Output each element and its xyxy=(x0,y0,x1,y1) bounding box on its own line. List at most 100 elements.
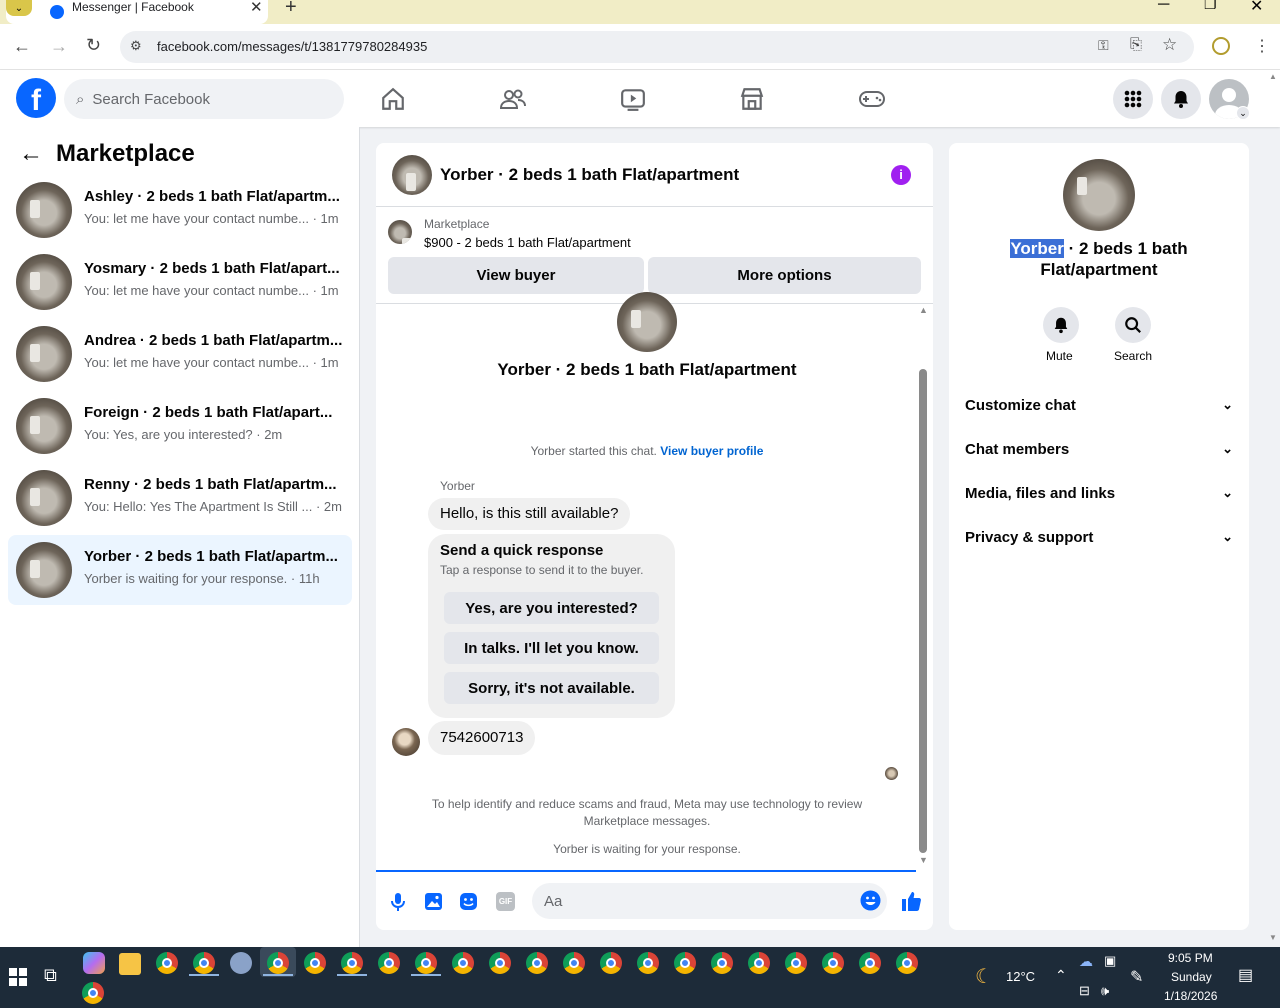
search-conversation-button[interactable] xyxy=(1115,307,1151,343)
chat-header-title[interactable]: Yorber · 2 beds 1 bath Flat/apartment xyxy=(440,165,739,185)
windows-start-icon[interactable] xyxy=(9,968,27,986)
view-buyer-profile-link[interactable]: View buyer profile xyxy=(660,444,763,458)
conversation-item[interactable]: Renny · 2 beds 1 bath Flat/apartm... You… xyxy=(8,463,352,533)
more-options-button[interactable]: More options xyxy=(648,257,921,294)
tab-search-chevron-icon[interactable]: ⌄ xyxy=(6,0,32,16)
back-arrow-icon[interactable]: ← xyxy=(19,140,43,168)
chrome-taskbar-icon[interactable] xyxy=(637,952,659,974)
conversation-item[interactable]: Foreign · 2 beds 1 bath Flat/apart... Yo… xyxy=(8,391,352,461)
info-icon[interactable]: i xyxy=(891,165,911,185)
message-bubble[interactable]: 7542600713 xyxy=(428,721,536,755)
page-scroll-up-icon[interactable]: ▲ xyxy=(1269,72,1277,81)
quick-response-button[interactable]: Sorry, it's not available. xyxy=(444,672,659,704)
volume-icon[interactable]: 🕪 xyxy=(1101,983,1109,999)
reload-icon[interactable]: ↻ xyxy=(86,35,101,56)
home-icon[interactable] xyxy=(380,86,406,112)
mute-button[interactable] xyxy=(1043,307,1079,343)
view-buyer-button[interactable]: View buyer xyxy=(388,257,644,294)
chrome-taskbar-icon[interactable] xyxy=(526,952,548,974)
menu-grid-button[interactable] xyxy=(1113,79,1153,119)
onedrive-icon[interactable]: ☁ xyxy=(1079,953,1093,970)
chrome-taskbar-icon[interactable] xyxy=(378,952,400,974)
minimize-icon[interactable]: ─ xyxy=(1158,0,1169,14)
forward-icon[interactable]: → xyxy=(50,36,68,57)
new-tab-icon[interactable]: + xyxy=(285,0,297,19)
listing-title[interactable]: $900 - 2 beds 1 bath Flat/apartment xyxy=(424,235,631,250)
message-input[interactable]: Aa xyxy=(532,883,887,919)
gaming-icon[interactable] xyxy=(858,87,886,111)
notifications-button[interactable] xyxy=(1161,79,1201,119)
chrome-taskbar-icon[interactable] xyxy=(896,952,918,974)
friends-icon[interactable] xyxy=(499,86,527,112)
chrome-taskbar-icon[interactable] xyxy=(452,952,474,974)
chrome-taskbar-icon[interactable] xyxy=(748,952,770,974)
show-hidden-icons-icon[interactable]: ⌃ xyxy=(1055,967,1067,984)
watch-icon[interactable] xyxy=(620,86,646,112)
chrome-taskbar-icon[interactable] xyxy=(341,952,363,974)
url-bar[interactable]: ⚙ facebook.com/messages/t/13817797802849… xyxy=(120,31,1194,63)
back-icon[interactable]: ← xyxy=(13,36,31,57)
marketplace-icon[interactable] xyxy=(739,86,765,112)
chrome-taskbar-icon[interactable] xyxy=(415,952,437,974)
chrome-taskbar-icon[interactable] xyxy=(785,952,807,974)
conversation-item-active[interactable]: Yorber · 2 beds 1 bath Flat/apartm... Yo… xyxy=(8,535,352,605)
account-chevron-icon[interactable]: ⌄ xyxy=(1236,106,1250,120)
photo-icon[interactable] xyxy=(424,892,443,911)
site-info-icon[interactable]: ⚙ xyxy=(130,38,142,54)
chrome-taskbar-icon[interactable] xyxy=(267,952,289,974)
microphone-icon[interactable] xyxy=(390,892,406,912)
chrome-taskbar-icon[interactable] xyxy=(193,952,215,974)
pen-icon[interactable]: ✎ xyxy=(1130,967,1143,987)
media-files-links-section[interactable]: Media, files and links ⌄ xyxy=(965,479,1233,507)
gif-icon[interactable]: GIF xyxy=(496,892,515,911)
sticker-icon[interactable] xyxy=(459,892,478,911)
customize-chat-section[interactable]: Customize chat ⌄ xyxy=(965,391,1233,419)
task-view-icon[interactable]: ⧉ xyxy=(44,965,57,986)
chrome-taskbar-icon[interactable] xyxy=(600,952,622,974)
meet-icon[interactable]: ▣ xyxy=(1104,953,1116,969)
scrollbar-thumb[interactable] xyxy=(919,369,927,853)
browser-menu-icon[interactable]: ⋮ xyxy=(1254,36,1270,56)
scroll-down-icon[interactable]: ▼ xyxy=(919,855,928,865)
chrome-taskbar-icon[interactable] xyxy=(82,982,104,1004)
close-window-icon[interactable]: ✕ xyxy=(1250,0,1263,16)
weather-temperature[interactable]: 12°C xyxy=(1006,969,1035,984)
chrome-taskbar-icon[interactable] xyxy=(563,952,585,974)
page-scroll-down-icon[interactable]: ▼ xyxy=(1269,933,1277,942)
scroll-up-icon[interactable]: ▲ xyxy=(919,305,928,315)
clock-day[interactable]: Sunday xyxy=(1171,970,1212,984)
weather-moon-icon[interactable]: ☾ xyxy=(975,964,993,989)
password-key-icon[interactable]: ⚿ xyxy=(1098,37,1109,54)
copilot-icon[interactable] xyxy=(83,952,105,974)
clock-date[interactable]: 1/18/2026 xyxy=(1164,989,1217,1003)
install-icon[interactable]: ⎘ xyxy=(1130,36,1142,53)
privacy-support-section[interactable]: Privacy & support ⌄ xyxy=(965,523,1233,551)
thumbs-up-icon[interactable] xyxy=(900,890,922,912)
quick-response-button[interactable]: In talks. I'll let you know. xyxy=(444,632,659,664)
emoji-icon[interactable] xyxy=(860,890,881,911)
browser-tab[interactable]: Messenger | Facebook ✕ xyxy=(6,0,268,24)
message-scrollbar[interactable]: ▲ ▼ xyxy=(918,305,928,867)
restore-icon[interactable]: ❐ xyxy=(1204,0,1217,13)
chrome-taskbar-icon[interactable] xyxy=(489,952,511,974)
conversation-item[interactable]: Ashley · 2 beds 1 bath Flat/apartm... Yo… xyxy=(8,175,352,245)
facebook-logo-icon[interactable]: f xyxy=(16,78,56,118)
clock-time[interactable]: 9:05 PM xyxy=(1168,951,1213,965)
message-bubble[interactable]: Hello, is this still available? xyxy=(428,498,631,530)
chrome-taskbar-icon[interactable] xyxy=(304,952,326,974)
bookmark-star-icon[interactable]: ☆ xyxy=(1162,35,1177,55)
profile-icon[interactable] xyxy=(1212,37,1230,55)
chrome-taskbar-icon[interactable] xyxy=(859,952,881,974)
conversation-item[interactable]: Andrea · 2 beds 1 bath Flat/apartm... Yo… xyxy=(8,319,352,389)
chat-members-section[interactable]: Chat members ⌄ xyxy=(965,435,1233,463)
chrome-taskbar-icon[interactable] xyxy=(674,952,696,974)
file-explorer-icon[interactable] xyxy=(119,953,141,975)
network-icon[interactable]: ⊟ xyxy=(1079,983,1090,999)
chrome-taskbar-icon[interactable] xyxy=(156,952,178,974)
app-taskbar-icon[interactable] xyxy=(230,952,252,974)
notification-center-icon[interactable]: ▤ xyxy=(1238,965,1253,985)
chrome-taskbar-icon[interactable] xyxy=(822,952,844,974)
conversation-item[interactable]: Yosmary · 2 beds 1 bath Flat/apart... Yo… xyxy=(8,247,352,317)
search-input[interactable]: ⌕ Search Facebook xyxy=(64,79,344,119)
chrome-taskbar-icon[interactable] xyxy=(711,952,733,974)
